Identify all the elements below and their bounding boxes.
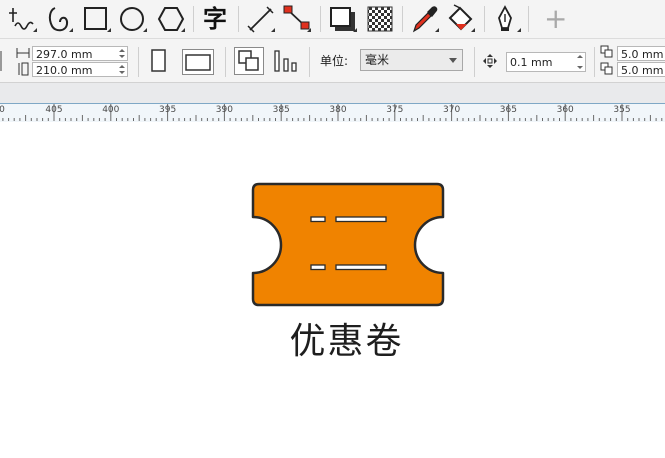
- pen-tool-button[interactable]: [492, 4, 522, 34]
- units-select[interactable]: 毫米: [360, 49, 463, 71]
- ruler-label-edge: 0: [0, 105, 5, 115]
- ruler-label: 385: [272, 105, 290, 115]
- page-height-icon: [18, 62, 29, 76]
- text-icon: 字: [203, 5, 227, 33]
- text-tool-button[interactable]: 字: [200, 4, 230, 34]
- add-tool-button[interactable]: +: [540, 4, 570, 34]
- coupon-dash-short-top: [310, 216, 326, 223]
- page-height-field[interactable]: 210.0 mm: [32, 62, 128, 77]
- connector-tool-button[interactable]: [282, 4, 312, 34]
- ruler-label: 360: [556, 105, 574, 115]
- landscape-button[interactable]: [182, 49, 214, 75]
- units-select-value: 毫米: [365, 53, 390, 67]
- drop-shadow-tool-button[interactable]: [328, 4, 358, 34]
- duplicate-y-field[interactable]: 5.0 mm: [617, 62, 665, 77]
- ruler-label: 370: [443, 105, 461, 115]
- drawing-canvas[interactable]: [0, 122, 665, 458]
- coupon-graphic[interactable]: [0, 122, 665, 458]
- page-height-spinner[interactable]: [117, 63, 127, 76]
- coupon-dash-long-bottom: [335, 264, 387, 271]
- ruler-label: 395: [159, 105, 177, 115]
- page-width-icon: [16, 48, 30, 58]
- ellipse-tool-button[interactable]: [118, 4, 148, 34]
- ruler-label: 405: [45, 105, 63, 115]
- align-page-button[interactable]: [272, 47, 300, 75]
- nudge-spinner[interactable]: [575, 53, 585, 71]
- coupon-dash-short-bottom: [310, 264, 326, 271]
- checkerboard-icon: [367, 6, 393, 32]
- portrait-button[interactable]: [150, 49, 168, 73]
- duplicate-y-icon: [600, 62, 613, 75]
- toolbox: 字 +: [0, 0, 665, 38]
- coupon-dash-long-top: [335, 216, 387, 223]
- duplicate-x-field[interactable]: 5.0 mm: [617, 46, 665, 61]
- artistic-media-tool-button[interactable]: [44, 4, 74, 34]
- interactive-fill-tool-button[interactable]: [446, 4, 476, 34]
- nudge-field[interactable]: 0.1 mm: [506, 52, 586, 72]
- ruler-label: 355: [613, 105, 631, 115]
- rectangle-tool-button[interactable]: [82, 4, 112, 34]
- all-pages-icon: [238, 50, 259, 71]
- transparency-tool-button[interactable]: [366, 4, 396, 34]
- ruler-label: 365: [499, 105, 517, 115]
- property-bar: 297.0 mm 210.0 mm 单位: 毫米 0.1 mm 5.0 mm 5…: [0, 38, 665, 83]
- eyedropper-tool-button[interactable]: [410, 4, 440, 34]
- landscape-page-icon: [185, 54, 211, 71]
- ruler-label: 390: [215, 105, 233, 115]
- ruler-label: 380: [329, 105, 347, 115]
- plus-icon: +: [544, 2, 568, 35]
- ruler-label: 375: [386, 105, 404, 115]
- horizontal-ruler[interactable]: 405 400 395 390 385 380 375 370 365 360 355 0: [0, 103, 665, 123]
- ruler-label: 400: [102, 105, 120, 115]
- units-label: 单位:: [320, 54, 349, 68]
- coupon-title-text[interactable]: 优惠卷: [0, 320, 665, 364]
- document-tab-strip: [0, 82, 665, 104]
- polygon-tool-button[interactable]: [156, 4, 186, 34]
- page-width-field[interactable]: 297.0 mm: [32, 46, 128, 61]
- page-width-spinner[interactable]: [117, 47, 127, 60]
- all-pages-button[interactable]: [234, 47, 264, 75]
- dimension-tool-button[interactable]: [246, 4, 276, 34]
- freehand-tool-button[interactable]: [8, 4, 38, 34]
- portrait-page-icon: [151, 49, 166, 72]
- coupon-ticket-shape[interactable]: [251, 182, 445, 307]
- nudge-icon: [483, 54, 497, 68]
- bar-align-icon: [274, 50, 297, 72]
- chevron-down-icon: [449, 58, 457, 63]
- duplicate-x-icon: [600, 45, 613, 58]
